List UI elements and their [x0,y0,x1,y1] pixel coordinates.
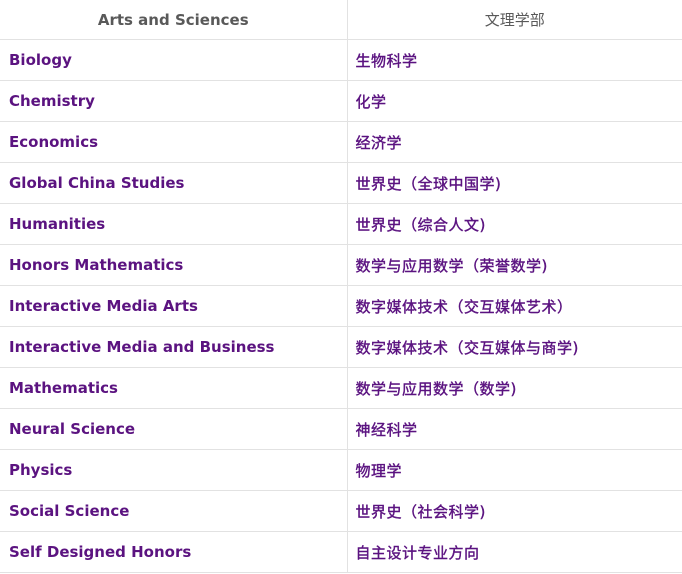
major-name-chinese: 世界史（综合人文) [347,203,682,245]
major-name-chinese: 世界史（全球中国学) [347,162,682,204]
header-row: Arts and Sciences 文理学部 [0,0,682,40]
table-row: Interactive Media Arts 数字媒体技术（交互媒体艺术） [0,285,682,327]
major-name-english: Humanities [0,203,348,245]
table-row: Neural Science 神经科学 [0,408,682,450]
major-name-english: Interactive Media Arts [0,285,348,327]
major-name-chinese: 数字媒体技术（交互媒体艺术） [347,285,682,327]
major-name-english: Economics [0,121,348,163]
major-name-chinese: 世界史（社会科学) [347,490,682,532]
major-name-english: Chemistry [0,80,348,122]
major-name-english: Mathematics [0,367,348,409]
header-chinese: 文理学部 [347,0,682,40]
major-name-english: Biology [0,39,348,81]
major-name-chinese: 生物科学 [347,39,682,81]
table-row: Interactive Media and Business 数字媒体技术（交互… [0,326,682,368]
table-row: Biology 生物科学 [0,39,682,81]
table-row: Mathematics 数学与应用数学（数学) [0,367,682,409]
table-header: Arts and Sciences 文理学部 [0,0,682,40]
major-name-english: Neural Science [0,408,348,450]
major-name-english: Global China Studies [0,162,348,204]
major-name-english: Physics [0,449,348,491]
major-name-english: Social Science [0,490,348,532]
table-row: Social Science 世界史（社会科学) [0,490,682,532]
table-row: Honors Mathematics 数学与应用数学（荣誉数学) [0,244,682,286]
table-row: Economics 经济学 [0,121,682,163]
major-name-english: Self Designed Honors [0,531,348,573]
table-body: Biology 生物科学 Chemistry 化学 Economics 经济学 … [0,39,682,573]
table-row: Self Designed Honors 自主设计专业方向 [0,531,682,573]
major-name-chinese: 化学 [347,80,682,122]
major-name-chinese: 经济学 [347,121,682,163]
header-english: Arts and Sciences [0,0,348,40]
table-row: Chemistry 化学 [0,80,682,122]
major-name-chinese: 物理学 [347,449,682,491]
major-name-chinese: 数学与应用数学（荣誉数学) [347,244,682,286]
table-row: Global China Studies 世界史（全球中国学) [0,162,682,204]
major-name-chinese: 数学与应用数学（数学) [347,367,682,409]
major-name-english: Interactive Media and Business [0,326,348,368]
major-name-chinese: 神经科学 [347,408,682,450]
table-row: Physics 物理学 [0,449,682,491]
major-name-english: Honors Mathematics [0,244,348,286]
major-name-chinese: 数字媒体技术（交互媒体与商学) [347,326,682,368]
major-name-chinese: 自主设计专业方向 [347,531,682,573]
majors-table: Arts and Sciences 文理学部 Biology 生物科学 Chem… [0,0,682,573]
table-row: Humanities 世界史（综合人文) [0,203,682,245]
